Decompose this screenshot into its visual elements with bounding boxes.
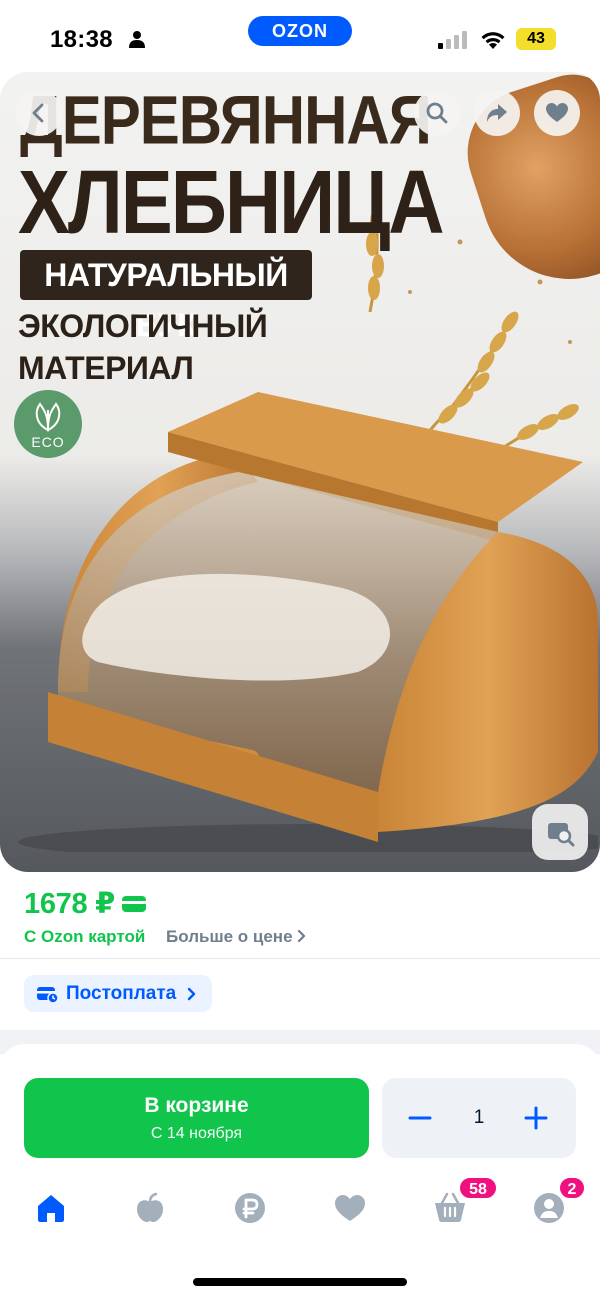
image-search-icon <box>548 823 575 847</box>
postpay-icon <box>37 986 58 1003</box>
tab-finance[interactable] <box>230 1188 270 1228</box>
signal-icon <box>438 31 467 49</box>
price-row: 1678 ₽ <box>24 886 147 921</box>
in-cart-label: В корзине <box>144 1094 249 1117</box>
home-icon <box>38 1195 64 1222</box>
search-button[interactable] <box>414 90 460 136</box>
share-icon <box>487 104 507 122</box>
ozon-logo[interactable]: OZON <box>248 16 352 46</box>
favorites-icon <box>335 1195 365 1221</box>
search-icon <box>426 102 448 124</box>
status-time: 18:38 <box>50 26 113 53</box>
battery-level: 43 <box>516 28 556 50</box>
share-button[interactable] <box>474 90 520 136</box>
hero-title-line1: ДЕРЕВЯННАЯ <box>20 81 432 159</box>
tab-favorites[interactable] <box>330 1188 370 1228</box>
home-indicator[interactable] <box>193 1278 407 1286</box>
postpay-button[interactable]: Постоплата <box>24 975 213 1012</box>
ruble-icon <box>235 1193 265 1223</box>
postpay-label: Постоплата <box>66 982 177 1004</box>
in-cart-button[interactable]: В корзине С 14 ноября <box>24 1078 369 1158</box>
plus-icon[interactable] <box>522 1104 550 1132</box>
delivery-date: С 14 ноября <box>150 1125 243 1142</box>
hero-title-line2: ХЛЕБНИЦА <box>18 151 445 253</box>
cart-count-badge: 58 <box>458 1176 498 1200</box>
back-button[interactable] <box>16 90 62 136</box>
quantity-value: 1 <box>473 1107 485 1128</box>
status-bar: 18:38 OZON 43 <box>0 0 600 72</box>
tab-home[interactable] <box>31 1188 71 1228</box>
ozon-card-icon <box>121 895 146 912</box>
fresh-icon <box>137 1192 163 1222</box>
hero-material-badge: НАТУРАЛЬНЫЙ БУК <box>20 250 312 343</box>
ozon-card-label: С Ozon картой <box>24 927 146 946</box>
chevron-right-icon <box>298 929 306 943</box>
divider <box>0 958 600 959</box>
product-image[interactable]: ДЕРЕВЯННАЯ ХЛЕБНИЦА НАТУРАЛЬНЫЙ БУК ЭКОЛ… <box>0 72 600 872</box>
more-price-label: Больше о цене <box>166 927 293 946</box>
person-icon <box>129 31 145 48</box>
more-price-link[interactable]: Больше о цене <box>166 927 307 946</box>
quantity-stepper: 1 <box>382 1078 576 1158</box>
wifi-icon <box>481 32 505 49</box>
hero-subtitle-line1: ЭКОЛОГИЧНЫЙ <box>18 308 268 344</box>
breadbox-illustration <box>18 392 598 852</box>
minus-icon[interactable] <box>406 1104 434 1132</box>
tab-fresh[interactable] <box>130 1188 170 1228</box>
chevron-right-icon <box>188 987 196 1000</box>
price-value: 1678 ₽ <box>24 888 115 920</box>
profile-count-badge: 2 <box>558 1176 586 1200</box>
price-info: С Ozon картой Больше о цене <box>24 927 307 947</box>
favorite-button[interactable] <box>534 90 580 136</box>
image-search-button[interactable] <box>532 804 588 860</box>
back-icon <box>32 103 44 123</box>
heart-icon <box>546 103 568 122</box>
